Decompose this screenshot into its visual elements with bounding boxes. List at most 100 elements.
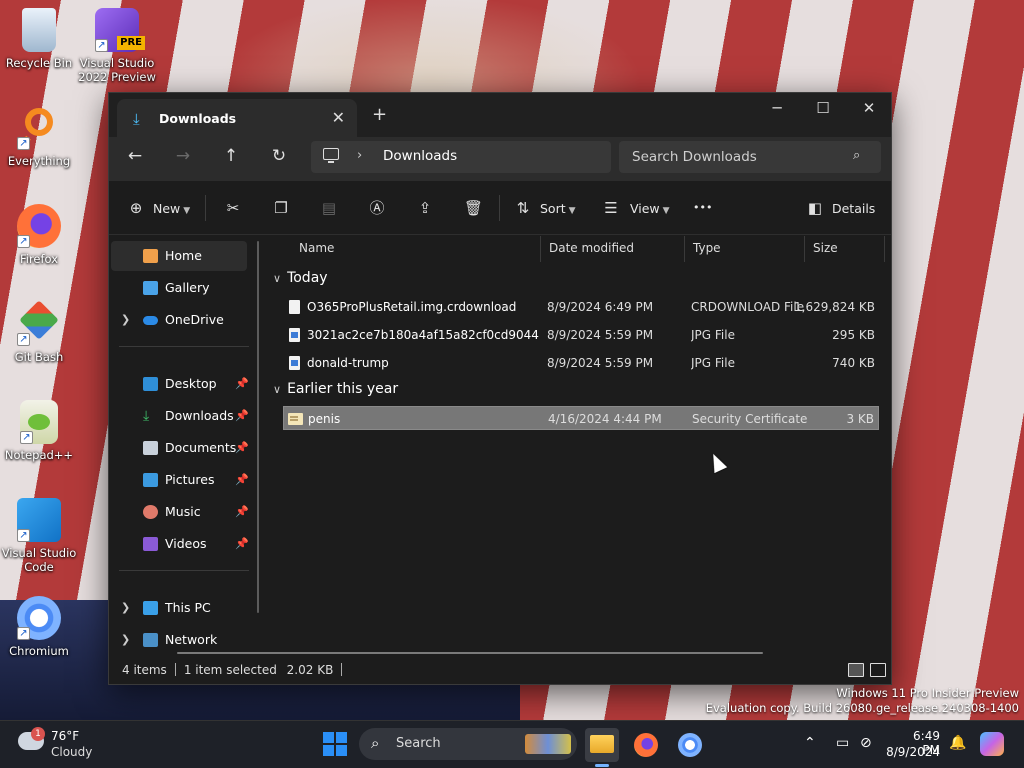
- recycle-bin-icon: [22, 8, 56, 52]
- desktop-icon-visual-studio-2022-preview[interactable]: PRE ↗ Visual Studio 2022 Preview: [78, 8, 156, 84]
- breadcrumb-downloads[interactable]: Downloads: [383, 148, 457, 164]
- pin-icon[interactable]: 📌: [235, 433, 249, 463]
- desktop-icon-everything[interactable]: ↗ Everything: [0, 106, 78, 168]
- table-row[interactable]: 3021ac2ce7b180a4af15a82cf0cd9044 8/9/202…: [283, 323, 879, 347]
- windows-logo-tile: [336, 732, 347, 743]
- status-divider: [341, 663, 343, 676]
- taskbar-app-file-explorer[interactable]: [585, 728, 619, 762]
- pin-icon[interactable]: 📌: [235, 529, 249, 559]
- weather-notification-badge: 1: [31, 727, 45, 741]
- close-button[interactable]: ✕: [846, 99, 892, 117]
- sidebar-item-videos[interactable]: Videos 📌: [111, 529, 249, 559]
- table-row[interactable]: O365ProPlusRetail.img.crdownload 8/9/202…: [283, 295, 879, 319]
- tab-downloads[interactable]: ⤓ Downloads ✕: [117, 99, 357, 137]
- up-button[interactable]: ↑: [217, 146, 245, 172]
- minimize-button[interactable]: ─: [754, 99, 800, 117]
- taskbar-app-firefox[interactable]: [629, 728, 663, 762]
- this-pc-icon[interactable]: [323, 148, 339, 163]
- chevron-right-icon[interactable]: ❯: [121, 593, 130, 623]
- sidebar-item-documents[interactable]: Documents 📌: [111, 433, 249, 463]
- horizontal-scrollbar[interactable]: [177, 652, 763, 654]
- sidebar-item-downloads[interactable]: ⤓ Downloads 📌: [111, 401, 249, 431]
- delete-button[interactable]: 🗑: [464, 197, 483, 219]
- network-status-icon[interactable]: ▭: [836, 735, 849, 751]
- sidebar-item-network[interactable]: ❯ Network: [111, 625, 247, 655]
- start-button[interactable]: [323, 732, 347, 756]
- new-button[interactable]: ⊕ New ▼: [127, 197, 190, 219]
- desktop-icon-label: Visual Studio Code: [1, 546, 77, 574]
- pin-icon[interactable]: 📌: [235, 401, 249, 431]
- notification-bell-icon[interactable]: 🔔: [949, 735, 966, 751]
- image-file-icon: [289, 328, 300, 342]
- rename-button[interactable]: Ⓐ: [368, 197, 386, 219]
- search-icon[interactable]: ⌕: [853, 148, 860, 163]
- desktop-icon-recycle-bin[interactable]: Recycle Bin: [0, 8, 78, 70]
- desktop-icon-git-bash[interactable]: ↗ Git Bash: [0, 300, 78, 364]
- desktop-icon-chromium[interactable]: ↗ Chromium: [0, 596, 78, 658]
- share-button[interactable]: ⇪: [416, 197, 434, 219]
- sidebar-item-this-pc[interactable]: ❯ This PC: [111, 593, 247, 623]
- tab-close-button[interactable]: ✕: [332, 108, 345, 127]
- copy-button[interactable]: ❐: [272, 197, 290, 219]
- column-header-name[interactable]: Name: [291, 236, 541, 262]
- group-header-today[interactable]: ∨ Today: [273, 270, 328, 286]
- cut-button[interactable]: ✂: [224, 197, 242, 219]
- back-button[interactable]: ←: [121, 146, 149, 172]
- column-header-size[interactable]: Size: [805, 236, 885, 262]
- taskbar-search[interactable]: ⌕ Search: [359, 728, 577, 760]
- file-name: penis: [308, 412, 341, 426]
- view-button[interactable]: ☰ View ▼: [602, 197, 669, 219]
- file-icon: [289, 300, 300, 314]
- refresh-button[interactable]: ↻: [265, 146, 293, 172]
- sidebar-item-home[interactable]: Home: [111, 241, 247, 271]
- watermark-line-2: Evaluation copy. Build 26080.ge_release.…: [705, 701, 1019, 715]
- sidebar-item-onedrive[interactable]: ❯ OneDrive: [111, 305, 247, 335]
- desktop-icon-label: Notepad++: [4, 448, 74, 462]
- search-input[interactable]: [619, 141, 881, 173]
- table-row[interactable]: donald-trump 8/9/2024 5:59 PM JPG File 7…: [283, 351, 879, 375]
- new-tab-button[interactable]: +: [372, 104, 387, 125]
- file-size: 1,629,824 KB: [794, 300, 875, 314]
- breadcrumb-chevron-icon[interactable]: ›: [357, 148, 362, 163]
- group-header-earlier-this-year[interactable]: ∨ Earlier this year: [273, 381, 398, 397]
- documents-icon: [143, 441, 158, 455]
- show-hidden-icons-chevron-icon[interactable]: ⌃: [804, 735, 816, 751]
- column-header-type[interactable]: Type: [685, 236, 805, 262]
- sidebar-item-desktop[interactable]: Desktop 📌: [111, 369, 249, 399]
- forward-button[interactable]: →: [169, 146, 197, 172]
- pin-icon[interactable]: 📌: [235, 369, 249, 399]
- table-row-selected[interactable]: penis 4/16/2024 4:44 PM Security Certifi…: [283, 406, 879, 430]
- details-view-toggle-icon[interactable]: [848, 663, 864, 677]
- copilot-icon[interactable]: [980, 732, 1004, 756]
- image-file-icon: [289, 356, 300, 370]
- volume-muted-icon[interactable]: ⊘: [860, 735, 872, 751]
- sidebar-item-music[interactable]: Music 📌: [111, 497, 249, 527]
- maximize-button[interactable]: ☐: [800, 99, 846, 117]
- address-bar[interactable]: › Downloads: [311, 141, 611, 173]
- windows-logo-tile: [323, 745, 334, 756]
- column-header-date-modified[interactable]: Date modified: [541, 236, 685, 262]
- paste-button[interactable]: ▤: [320, 197, 338, 219]
- chevron-right-icon[interactable]: ❯: [121, 625, 130, 655]
- new-button-label: New: [152, 201, 181, 216]
- desktop-icon-notepad-plus-plus[interactable]: ↗ Notepad++: [0, 400, 78, 462]
- sort-button[interactable]: ⇅ Sort ▼: [514, 197, 576, 219]
- tiles-view-toggle-icon[interactable]: [870, 663, 886, 677]
- chevron-right-icon[interactable]: ❯: [121, 305, 130, 335]
- file-type: Security Certificate: [692, 412, 808, 426]
- sidebar-item-pictures[interactable]: Pictures 📌: [111, 465, 249, 495]
- sort-icon: ⇅: [516, 199, 530, 217]
- title-bar: ⤓ Downloads ✕ + ─ ☐ ✕: [109, 93, 891, 137]
- sidebar-item-gallery[interactable]: Gallery: [111, 273, 247, 303]
- more-options-button[interactable]: •••: [693, 197, 712, 219]
- details-button[interactable]: ◧ Details: [806, 197, 875, 219]
- pin-icon[interactable]: 📌: [235, 465, 249, 495]
- selection-size: 2.02 KB: [286, 663, 334, 677]
- clock-date[interactable]: 8/9/2024: [886, 745, 940, 759]
- desktop-icon-firefox[interactable]: ↗ Firefox: [0, 204, 78, 266]
- taskbar-app-chromium[interactable]: [673, 728, 707, 762]
- sidebar-item-label: This PC: [165, 600, 211, 615]
- desktop-icon-visual-studio-code[interactable]: ↗ Visual Studio Code: [0, 498, 78, 574]
- pin-icon[interactable]: 📌: [235, 497, 249, 527]
- sidebar-scrollbar[interactable]: [257, 241, 259, 613]
